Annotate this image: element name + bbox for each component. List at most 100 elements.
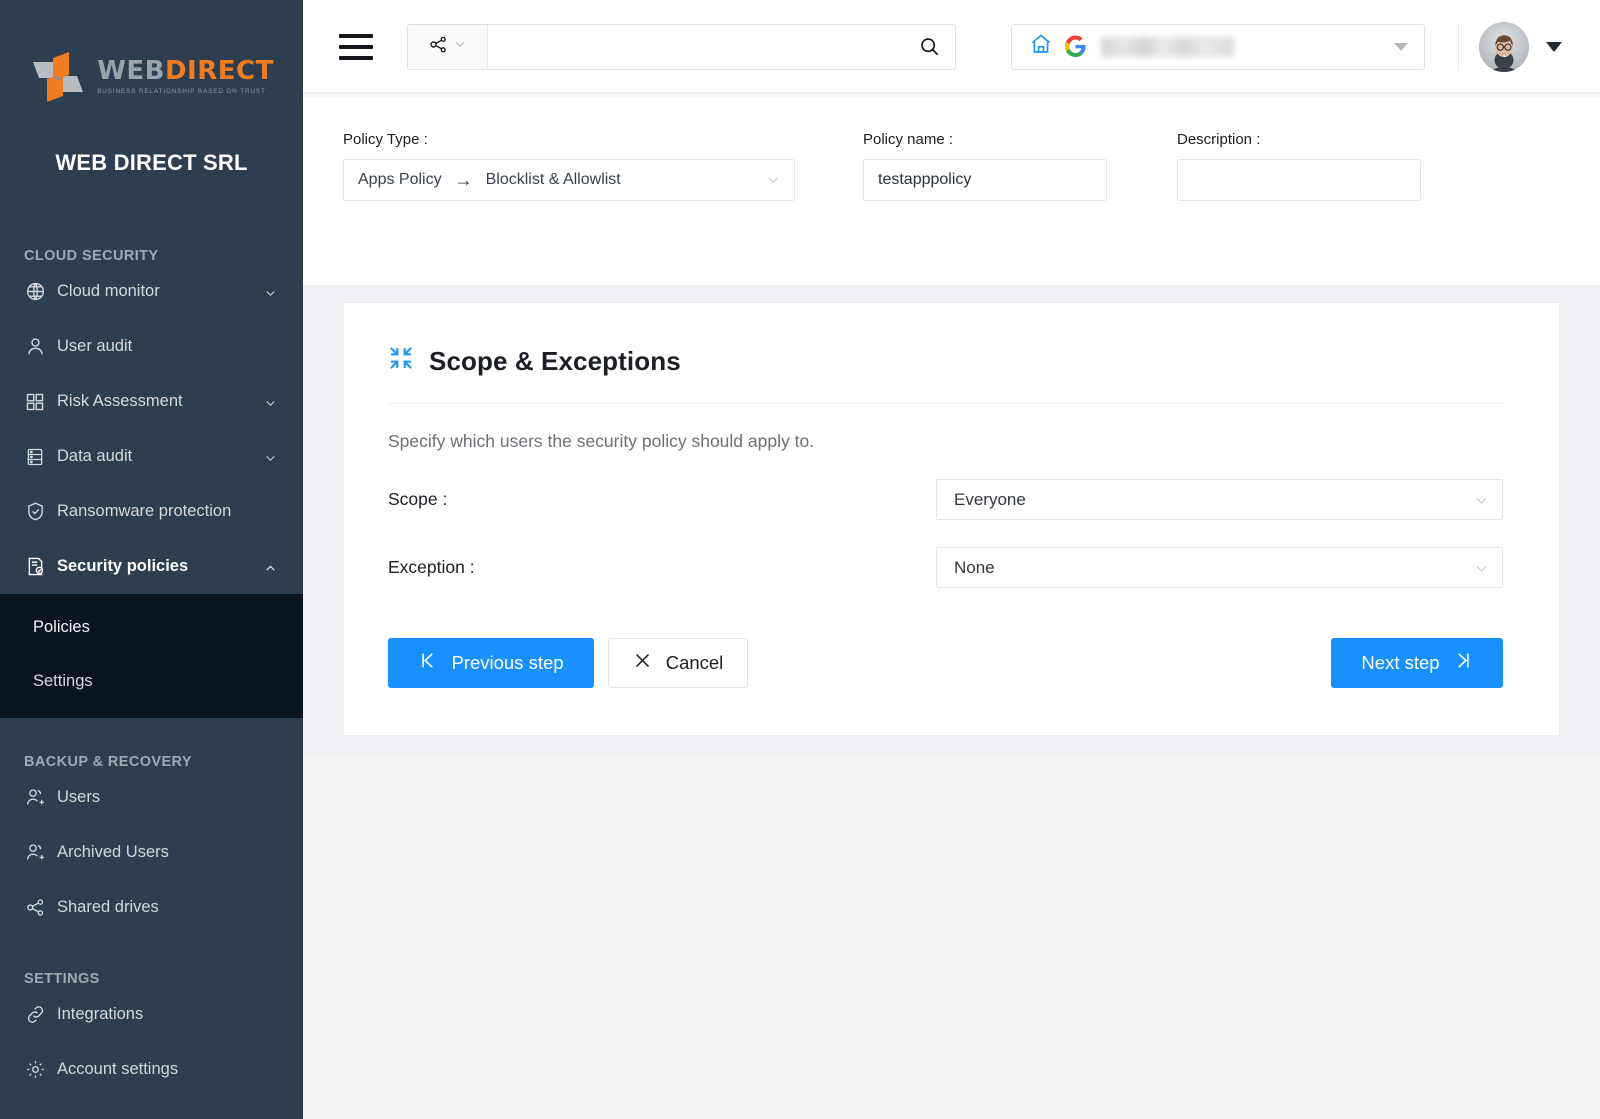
profile-caret-down-icon[interactable] bbox=[1546, 42, 1562, 52]
step-backward-icon bbox=[418, 651, 437, 675]
sidebar-item-shared-drives[interactable]: Shared drives bbox=[0, 880, 303, 935]
sidebar-section-cloud-security: CLOUD SECURITY bbox=[0, 248, 303, 264]
domain-selector[interactable] bbox=[1011, 24, 1425, 70]
description-label: Description : bbox=[1177, 131, 1421, 148]
sidebar-subitem-label: Policies bbox=[33, 618, 90, 637]
logo-tagline: BUSINESS RELATIONSHIP BASED ON TRUST bbox=[97, 89, 274, 95]
brand-block: WEBDIRECT BUSINESS RELATIONSHIP BASED ON… bbox=[0, 0, 303, 176]
shield-check-icon bbox=[24, 501, 46, 523]
main-area: Policy Type : Apps Policy → Blocklist & … bbox=[303, 0, 1600, 1119]
policy-type-select[interactable]: Apps Policy → Blocklist & Allowlist bbox=[343, 159, 795, 201]
topbar-divider bbox=[1458, 23, 1459, 71]
sidebar-item-risk-assessment[interactable]: Risk Assessment bbox=[0, 374, 303, 429]
pinwheel-x-logo-icon bbox=[29, 48, 87, 106]
close-x-icon bbox=[633, 651, 652, 675]
chevron-up-icon bbox=[264, 560, 277, 573]
sidebar-item-users[interactable]: Users bbox=[0, 770, 303, 825]
avatar[interactable] bbox=[1479, 22, 1529, 72]
previous-step-label: Previous step bbox=[451, 652, 563, 674]
scope-label: Scope : bbox=[388, 489, 936, 510]
policy-type-parent: Apps Policy bbox=[358, 171, 442, 189]
sidebar-item-policies[interactable]: Policies bbox=[0, 600, 303, 654]
sidebar-section-settings: SETTINGS bbox=[0, 971, 303, 987]
sidebar-item-label: Account settings bbox=[57, 1060, 178, 1079]
logo-word-primary: WEB bbox=[97, 56, 165, 86]
chevron-down-icon bbox=[766, 173, 780, 187]
chevron-down-icon bbox=[264, 450, 277, 463]
policy-name-label: Policy name : bbox=[863, 131, 1107, 148]
caret-down-icon bbox=[1394, 43, 1408, 51]
next-step-label: Next step bbox=[1361, 652, 1439, 674]
sidebar-item-ransomware-protection[interactable]: Ransomware protection bbox=[0, 484, 303, 539]
users-add-icon bbox=[24, 842, 46, 864]
policy-name-value: testapppolicy bbox=[878, 171, 971, 189]
policy-name-field: Policy name : testapppolicy bbox=[863, 131, 1107, 201]
description-input[interactable] bbox=[1177, 159, 1421, 201]
global-search bbox=[407, 24, 956, 70]
policy-name-input[interactable]: testapppolicy bbox=[863, 159, 1107, 201]
sidebar-item-label: Archived Users bbox=[57, 843, 169, 862]
card-divider bbox=[388, 403, 1503, 404]
sidebar-item-cloud-monitor[interactable]: Cloud monitor bbox=[0, 264, 303, 319]
logo: WEBDIRECT BUSINESS RELATIONSHIP BASED ON… bbox=[29, 48, 274, 106]
google-g-icon bbox=[1064, 35, 1087, 58]
database-icon bbox=[24, 446, 46, 468]
sidebar-item-settings[interactable]: Settings bbox=[0, 654, 303, 708]
sidebar-subitem-label: Settings bbox=[33, 672, 93, 691]
policy-type-child: Blocklist & Allowlist bbox=[486, 171, 621, 189]
step-forward-icon bbox=[1454, 651, 1473, 675]
logo-word-secondary: DIRECT bbox=[165, 56, 274, 86]
share-nodes-icon bbox=[24, 897, 46, 919]
exception-select[interactable]: None bbox=[936, 547, 1503, 588]
chevron-down-icon bbox=[453, 37, 467, 56]
next-step-button[interactable]: Next step bbox=[1331, 638, 1503, 688]
sidebar-item-label: Data audit bbox=[57, 447, 132, 466]
description-field: Description : bbox=[1177, 131, 1421, 201]
grid-icon bbox=[24, 391, 46, 413]
scope-row: Scope : Everyone bbox=[388, 479, 1503, 520]
sidebar-item-security-policies[interactable]: Security policies bbox=[0, 539, 303, 594]
policy-meta-form: Policy Type : Apps Policy → Blocklist & … bbox=[303, 93, 1600, 285]
sidebar-item-archived-users[interactable]: Archived Users bbox=[0, 825, 303, 880]
logo-wordmark: WEBDIRECT BUSINESS RELATIONSHIP BASED ON… bbox=[97, 58, 274, 95]
cancel-button[interactable]: Cancel bbox=[608, 638, 748, 688]
page-title: Scope & Exceptions bbox=[429, 346, 681, 377]
organization-name: WEB DIRECT SRL bbox=[55, 150, 247, 176]
previous-step-button[interactable]: Previous step bbox=[388, 638, 594, 688]
domain-value-redacted bbox=[1101, 37, 1234, 57]
card-title-row: Scope & Exceptions bbox=[388, 345, 1503, 378]
scope-exceptions-card: Scope & Exceptions Specify which users t… bbox=[343, 302, 1560, 736]
sidebar-item-label: Integrations bbox=[57, 1005, 143, 1024]
cancel-label: Cancel bbox=[666, 652, 724, 674]
sidebar-item-account-settings[interactable]: Account settings bbox=[0, 1042, 303, 1097]
sidebar: WEBDIRECT BUSINESS RELATIONSHIP BASED ON… bbox=[0, 0, 303, 1119]
exception-row: Exception : None bbox=[388, 547, 1503, 588]
arrow-right-icon: → bbox=[455, 171, 473, 189]
scope-value: Everyone bbox=[954, 490, 1026, 510]
sidebar-item-user-audit[interactable]: User audit bbox=[0, 319, 303, 374]
card-actions: Previous step Cancel Next step bbox=[388, 638, 1503, 688]
hamburger-menu-icon[interactable] bbox=[339, 34, 373, 60]
search-scope-selector[interactable] bbox=[408, 25, 488, 69]
sidebar-item-integrations[interactable]: Integrations bbox=[0, 987, 303, 1042]
sidebar-item-data-audit[interactable]: Data audit bbox=[0, 429, 303, 484]
search-input[interactable] bbox=[488, 25, 903, 69]
exception-value: None bbox=[954, 558, 995, 578]
exception-label: Exception : bbox=[388, 557, 936, 578]
policy-shield-icon bbox=[24, 556, 46, 578]
policy-type-label: Policy Type : bbox=[343, 131, 795, 148]
scope-select[interactable]: Everyone bbox=[936, 479, 1503, 520]
app-root: WEBDIRECT BUSINESS RELATIONSHIP BASED ON… bbox=[0, 0, 1600, 1119]
home-icon bbox=[1029, 32, 1053, 61]
chevron-down-icon bbox=[264, 285, 277, 298]
content-band: Scope & Exceptions Specify which users t… bbox=[303, 285, 1600, 755]
top-bar bbox=[303, 0, 1600, 93]
chevron-down-icon bbox=[1474, 561, 1488, 575]
sidebar-item-label: Risk Assessment bbox=[57, 392, 183, 411]
card-description: Specify which users the security policy … bbox=[388, 431, 1503, 452]
search-icon[interactable] bbox=[903, 25, 955, 69]
sidebar-submenu-security-policies: Policies Settings bbox=[0, 594, 303, 718]
sidebar-item-label: Ransomware protection bbox=[57, 502, 231, 521]
sidebar-item-label: User audit bbox=[57, 337, 132, 356]
compress-arrows-icon bbox=[388, 345, 414, 378]
